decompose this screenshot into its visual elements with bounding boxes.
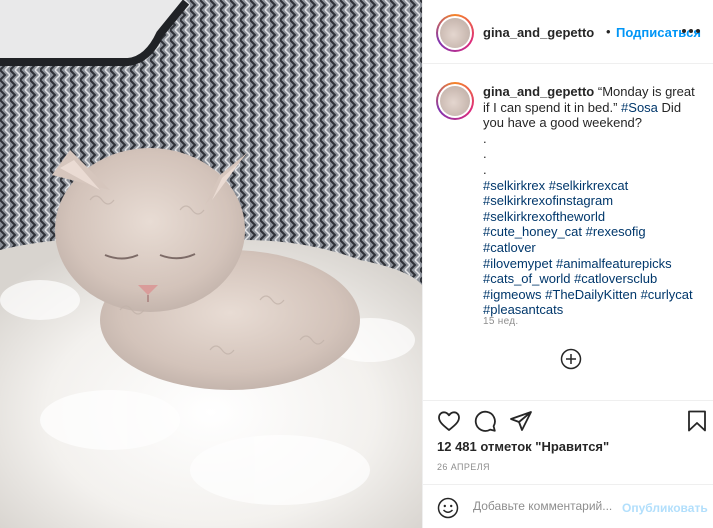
share-icon[interactable] [509, 409, 533, 433]
hashtag-list: #selkirkrex #selkirkrexcat #selkirkrexofi… [483, 178, 701, 318]
post-header: gina_and_gepetto • Подписаться [423, 0, 713, 64]
caption-mention[interactable]: #Sosa [621, 100, 658, 115]
hashtag-line: #cute_honey_cat #rexesofig #catlover [483, 224, 701, 255]
hashtag-line: #selkirkrexofinstagram [483, 193, 701, 209]
hashtag-link[interactable]: #rexesofig [586, 224, 646, 239]
hashtag-link[interactable]: #igmeows [483, 287, 542, 302]
caption-dot: . [483, 161, 487, 177]
author-username[interactable]: gina_and_gepetto [483, 25, 594, 40]
hashtag-line: #ilovemypet #animalfeaturepicks [483, 256, 701, 272]
caption-username[interactable]: gina_and_gepetto [483, 84, 594, 99]
post-time[interactable]: 15 нед. [483, 316, 518, 327]
bookmark-icon[interactable] [685, 409, 709, 433]
hashtag-link[interactable]: #selkirkrexoftheworld [483, 209, 605, 224]
hashtag-line: #selkirkrex #selkirkrexcat [483, 178, 701, 194]
hashtag-link[interactable]: #selkirkrexcat [549, 178, 628, 193]
comment-input[interactable] [473, 499, 618, 513]
hashtag-link[interactable]: #selkirkrexofinstagram [483, 193, 613, 208]
likes-count[interactable]: 12 481 отметок "Нравится" [437, 439, 609, 454]
post-photo[interactable] [0, 0, 422, 528]
add-comment-bar: Опубликовать [423, 484, 713, 528]
caption-author-avatar[interactable] [436, 82, 474, 120]
hashtag-link[interactable]: #catloversclub [574, 271, 657, 286]
hashtag-link[interactable]: #ilovemypet [483, 256, 552, 271]
heart-icon[interactable] [437, 409, 461, 433]
post-date[interactable]: 26 АПРЕЛЯ [437, 462, 490, 472]
separator-dot: • [606, 24, 611, 39]
caption-dot: . [483, 146, 487, 162]
post-caption: gina_and_gepetto “Monday is great if I c… [483, 84, 701, 318]
hashtag-link[interactable]: #cats_of_world [483, 271, 570, 286]
hashtag-link[interactable]: #cute_honey_cat [483, 224, 582, 239]
hashtag-link[interactable]: #selkirkrex [483, 178, 545, 193]
hashtag-line: #selkirkrexoftheworld [483, 209, 701, 225]
photo-image [0, 0, 422, 528]
caption-dot: . [483, 130, 487, 146]
hashtag-link[interactable]: #curlycat [641, 287, 693, 302]
hashtag-link[interactable]: #animalfeaturepicks [556, 256, 672, 271]
hashtag-line: #cats_of_world #catloversclub [483, 271, 701, 287]
author-avatar[interactable] [436, 14, 474, 52]
hashtag-link[interactable]: #TheDailyKitten [545, 287, 637, 302]
comments-section: gina_and_gepetto “Monday is great if I c… [423, 64, 713, 400]
publish-button[interactable]: Опубликовать [622, 501, 708, 515]
hashtag-link[interactable]: #catlover [483, 240, 536, 255]
post-sidebar: gina_and_gepetto • Подписаться gina_and_… [422, 0, 713, 528]
more-options-icon[interactable] [682, 29, 700, 33]
plus-circle-icon[interactable] [560, 348, 582, 370]
hashtag-line: #igmeows #TheDailyKitten #curlycat [483, 287, 701, 303]
action-bar [423, 400, 713, 440]
emoji-icon[interactable] [437, 497, 459, 519]
comment-icon[interactable] [473, 409, 497, 433]
